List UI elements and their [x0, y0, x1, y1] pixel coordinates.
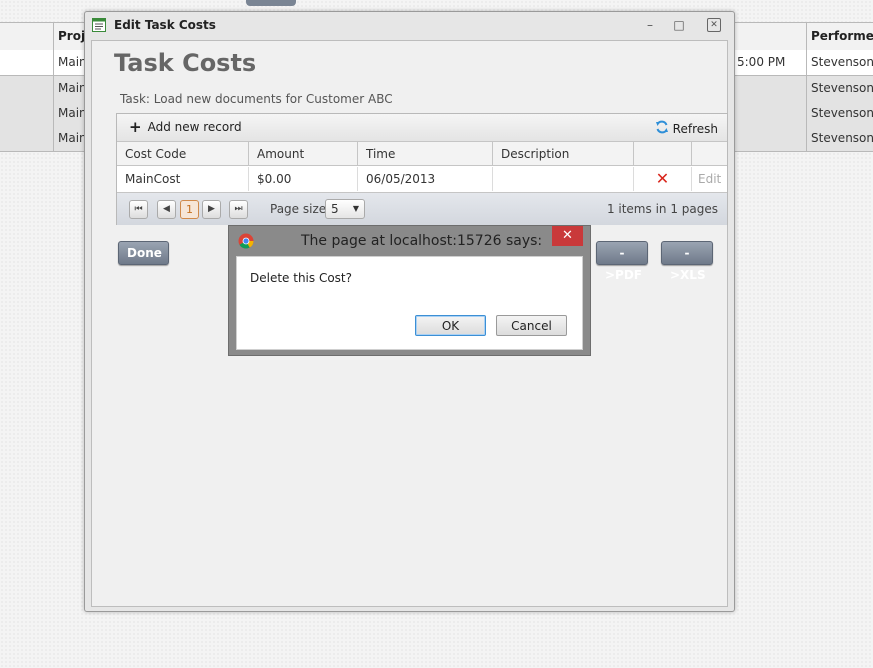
grid-pager: ⏮ ◀ 1 ▶ ⏭ Page size: 5 ▼ 1 items in 1 pa…	[117, 192, 727, 225]
background-header-cell	[0, 23, 53, 50]
cell-cost-code: MainCost	[125, 172, 181, 186]
minimize-button[interactable]: –	[643, 18, 657, 32]
background-button[interactable]	[246, 0, 296, 6]
cell-description	[492, 167, 633, 191]
cell-time: 06/05/2013	[357, 167, 492, 191]
chrome-icon	[238, 233, 254, 249]
column-header-description[interactable]: Description	[492, 142, 633, 166]
cancel-button[interactable]: Cancel	[496, 315, 567, 336]
column-header-time[interactable]: Time	[357, 142, 492, 166]
costs-grid: + Add new record Refresh Cost Code Amoun…	[116, 113, 728, 225]
edit-link[interactable]: Edit	[691, 167, 727, 191]
dialog-message: Delete this Cost?	[250, 271, 352, 285]
add-new-record-button[interactable]: + Add new record	[129, 118, 242, 136]
pager-info: 1 items in 1 pages	[606, 202, 718, 216]
confirm-dialog: The page at localhost:15726 says: ✕ Dele…	[228, 225, 591, 356]
add-new-record-label: Add new record	[147, 120, 242, 134]
chevron-down-icon: ▼	[352, 204, 359, 213]
column-header-edit	[691, 142, 727, 166]
background-cell-time: 5:00 PM	[737, 55, 786, 69]
window-form-icon	[92, 18, 106, 32]
window-close-button[interactable]: ✕	[707, 18, 721, 32]
column-header-cost-code[interactable]: Cost Code	[117, 142, 248, 166]
page-title: Task Costs	[114, 49, 257, 77]
grid-toolbar: + Add new record Refresh	[117, 114, 727, 142]
last-page-button[interactable]: ⏭	[229, 200, 248, 219]
refresh-label: Refresh	[672, 121, 718, 136]
current-page-button[interactable]: 1	[180, 200, 199, 219]
cell-amount: $0.00	[248, 167, 357, 191]
plus-icon: +	[129, 118, 142, 136]
first-page-button[interactable]: ⏮	[129, 200, 148, 219]
dialog-close-button[interactable]: ✕	[552, 226, 583, 246]
dialog-body: Delete this Cost? OK Cancel	[236, 256, 583, 350]
maximize-button[interactable]: □	[672, 18, 686, 32]
window-title: Edit Task Costs	[114, 18, 216, 32]
background-cell-performer: Stevenson, A	[806, 101, 873, 126]
dialog-title: The page at localhost:15726 says:	[301, 233, 543, 249]
background-cell-performer: Stevenson, A	[806, 50, 873, 75]
page-size-label: Page size:	[270, 202, 331, 216]
page-size-value: 5	[331, 202, 339, 216]
background-header-performer: Performer	[806, 23, 873, 50]
next-page-button[interactable]: ▶	[202, 200, 221, 219]
prev-page-button[interactable]: ◀	[157, 200, 176, 219]
refresh-icon	[655, 120, 669, 137]
column-header-amount[interactable]: Amount	[248, 142, 357, 166]
refresh-button[interactable]: Refresh	[655, 120, 718, 137]
task-label: Task: Load new documents for Customer AB…	[120, 92, 393, 106]
window-titlebar[interactable]: Edit Task Costs – □ ✕	[85, 12, 734, 40]
ok-button[interactable]: OK	[415, 315, 486, 336]
export-pdf-button[interactable]: ->PDF	[596, 241, 648, 282]
delete-icon[interactable]: ✕	[633, 167, 691, 191]
export-xls-button[interactable]: ->XLS	[661, 241, 713, 282]
page-size-select[interactable]: 5 ▼	[325, 199, 365, 219]
column-header-delete	[633, 142, 691, 166]
background-cell-performer: Stevenson, A	[806, 76, 873, 101]
done-button[interactable]: Done	[118, 241, 169, 265]
background-cell-performer: Stevenson, A	[806, 126, 873, 151]
